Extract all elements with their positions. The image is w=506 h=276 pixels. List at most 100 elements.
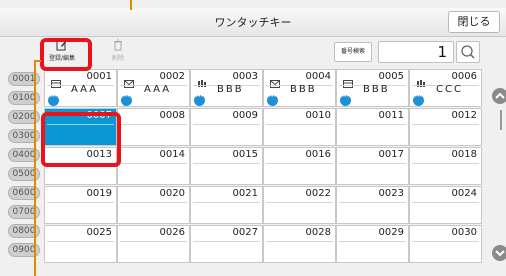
key-number: 0009	[232, 110, 258, 121]
one-touch-key-0029[interactable]: 0029	[336, 225, 409, 263]
key-name: BBB	[290, 84, 317, 95]
scroll-down-button[interactable]	[492, 245, 506, 261]
one-touch-key-0015[interactable]: 0015	[190, 147, 263, 185]
key-number: 0030	[451, 227, 477, 238]
search-icon	[461, 45, 475, 59]
number-search-input[interactable]: 1	[378, 41, 454, 63]
key-name: BBB	[363, 84, 390, 95]
mail-icon	[124, 73, 134, 88]
number-search-button[interactable]: 番号検索	[334, 42, 372, 62]
one-touch-key-0019[interactable]: 0019	[44, 186, 117, 224]
key-number: 0018	[451, 149, 477, 160]
one-touch-key-0011[interactable]: 0011	[336, 108, 409, 146]
key-divider	[412, 163, 479, 164]
key-number: 0001	[86, 71, 112, 82]
more-icon	[121, 93, 132, 106]
one-touch-key-0016[interactable]: 0016	[263, 147, 336, 185]
key-number: 0006	[451, 71, 477, 82]
delete-label: 削除	[111, 55, 124, 62]
key-divider	[412, 124, 479, 125]
key-divider	[120, 202, 187, 203]
one-touch-key-0021[interactable]: 0021	[190, 186, 263, 224]
key-divider	[193, 202, 260, 203]
one-touch-key-0006[interactable]: 0006 CCC	[409, 69, 482, 107]
one-touch-key-0030[interactable]: 0030	[409, 225, 482, 263]
key-divider	[339, 202, 406, 203]
one-touch-key-0025[interactable]: 0025	[44, 225, 117, 263]
scroll-up-button[interactable]	[492, 88, 506, 104]
key-divider	[266, 124, 333, 125]
key-number: 0017	[378, 149, 404, 160]
key-number: 0003	[232, 71, 258, 82]
key-divider	[266, 241, 333, 242]
one-touch-key-screen: ワンタッチキー 閉じる 登録/編集 削除 番号検索 1 0001 0100 0200…	[0, 0, 506, 276]
more-icon	[413, 93, 424, 106]
key-divider	[193, 241, 260, 242]
one-touch-key-0024[interactable]: 0024	[409, 186, 482, 224]
key-number: 0025	[86, 227, 112, 238]
key-number: 0028	[305, 227, 331, 238]
one-touch-key-0026[interactable]: 0026	[117, 225, 190, 263]
key-divider	[339, 124, 406, 125]
key-number: 0024	[451, 188, 477, 199]
key-divider	[412, 202, 479, 203]
key-divider	[47, 202, 114, 203]
one-touch-key-0018[interactable]: 0018	[409, 147, 482, 185]
key-number: 0020	[159, 188, 185, 199]
delete-button[interactable]: 削除	[100, 39, 136, 67]
one-touch-key-0012[interactable]: 0012	[409, 108, 482, 146]
key-name: AAA	[144, 84, 172, 95]
one-touch-key-0028[interactable]: 0028	[263, 225, 336, 263]
key-number: 0019	[86, 188, 112, 199]
scrollbar[interactable]	[500, 110, 502, 130]
key-name: AAA	[71, 84, 99, 95]
key-divider	[266, 202, 333, 203]
title-bar: ワンタッチキー 閉じる	[0, 8, 506, 37]
key-number: 0014	[159, 149, 185, 160]
key-divider	[120, 163, 187, 164]
key-number: 0022	[305, 188, 331, 199]
one-touch-key-0001[interactable]: 0001 AAA	[44, 69, 117, 107]
one-touch-key-0009[interactable]: 0009	[190, 108, 263, 146]
one-touch-key-0008[interactable]: 0008	[117, 108, 190, 146]
key-number: 0026	[159, 227, 185, 238]
key-number: 0021	[232, 188, 258, 199]
key-divider	[412, 241, 479, 242]
key-name: BBB	[217, 84, 244, 95]
key-number: 0023	[378, 188, 404, 199]
key-number: 0016	[305, 149, 331, 160]
key-divider	[266, 163, 333, 164]
key-name: CCC	[436, 84, 463, 95]
key-number: 0010	[305, 110, 331, 121]
one-touch-key-0003[interactable]: 0003 BBB	[190, 69, 263, 107]
mail-icon	[270, 73, 280, 88]
one-touch-key-0027[interactable]: 0027	[190, 225, 263, 263]
callout-line-left	[34, 60, 36, 276]
chevron-up-icon	[495, 92, 505, 99]
key-number: 0027	[232, 227, 258, 238]
one-touch-key-0014[interactable]: 0014	[117, 147, 190, 185]
one-touch-key-0022[interactable]: 0022	[263, 186, 336, 224]
key-number: 0011	[378, 110, 404, 121]
key-divider	[193, 163, 260, 164]
one-touch-key-0005[interactable]: 0005 BBB	[336, 69, 409, 107]
one-touch-key-0002[interactable]: 0002 AAA	[117, 69, 190, 107]
register-edit-highlight	[40, 38, 92, 71]
one-touch-key-0010[interactable]: 0010	[263, 108, 336, 146]
key-divider	[47, 241, 114, 242]
fax-icon	[343, 73, 353, 88]
callout-line-top	[130, 0, 132, 10]
key-divider	[193, 124, 260, 125]
one-touch-key-0004[interactable]: 0004 BBB	[263, 69, 336, 107]
group-icon	[416, 73, 426, 87]
one-touch-key-0020[interactable]: 0020	[117, 186, 190, 224]
search-button[interactable]	[456, 41, 480, 63]
fax-icon	[51, 73, 61, 88]
close-button[interactable]: 閉じる	[448, 11, 500, 33]
key-number: 0015	[232, 149, 258, 160]
one-touch-key-0017[interactable]: 0017	[336, 147, 409, 185]
one-touch-key-0023[interactable]: 0023	[336, 186, 409, 224]
key-number: 0008	[159, 110, 185, 121]
trash-icon	[114, 39, 122, 51]
more-icon	[48, 93, 59, 106]
